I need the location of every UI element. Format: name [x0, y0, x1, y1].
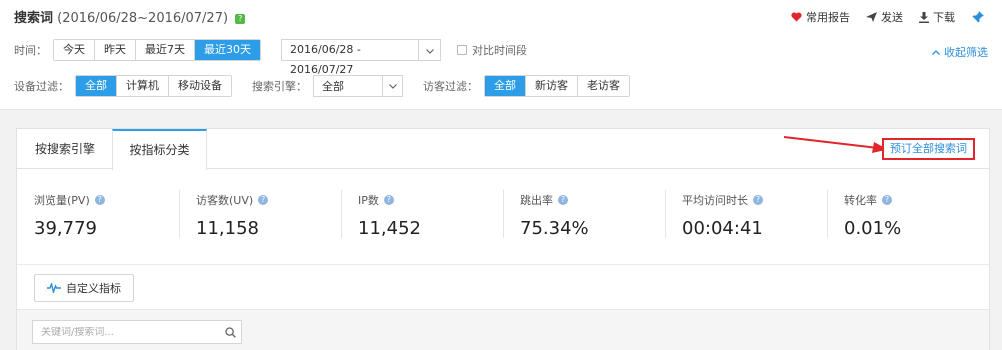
page-title-text: 搜索词 — [14, 11, 54, 26]
custom-metrics-label: 自定义指标 — [66, 282, 121, 295]
help-icon[interactable]: ? — [558, 195, 568, 205]
device-option-computer[interactable]: 计算机 — [116, 76, 168, 96]
metric-name: 转化率? — [844, 192, 892, 208]
favorites-button[interactable]: 常用报告 — [791, 9, 850, 25]
keyword-search-input[interactable] — [33, 326, 219, 338]
custom-metrics-button[interactable]: 自定义指标 — [34, 274, 134, 302]
metric-value: 75.34% — [520, 218, 589, 239]
page-title-range: (2016/06/28~2016/07/27) — [57, 11, 229, 26]
pin-icon — [971, 10, 984, 24]
pin-button[interactable] — [971, 10, 988, 24]
download-label: 下载 — [933, 11, 955, 24]
metric-name-text: 浏览量(PV) — [34, 194, 90, 207]
favorites-label: 常用报告 — [806, 11, 850, 24]
engine-select[interactable]: 全部 — [313, 75, 403, 97]
time-option-today[interactable]: 今天 — [54, 40, 94, 60]
send-button[interactable]: 发送 — [866, 9, 903, 25]
metric-pv: 浏览量(PV)? 39,779 — [17, 170, 179, 264]
date-range-input[interactable]: 2016/06/28 - 2016/07/27 — [281, 39, 419, 76]
search-icon[interactable] — [219, 326, 241, 338]
checkbox-icon — [457, 45, 467, 55]
tab-by-metric[interactable]: 按指标分类 — [112, 129, 207, 170]
metric-name: 平均访问时长? — [682, 192, 763, 208]
help-icon[interactable]: ? — [235, 14, 246, 24]
collapse-filter-label: 收起筛选 — [944, 46, 988, 59]
visitor-option-returning[interactable]: 老访客 — [577, 76, 629, 96]
compare-checkbox[interactable]: 对比时间段 — [457, 42, 527, 58]
download-button[interactable]: 下载 — [919, 9, 955, 25]
time-segment: 今天 昨天 最近7天 最近30天 — [53, 39, 261, 61]
keyword-search — [32, 320, 242, 344]
time-filter-row: 时间： 今天 昨天 最近7天 最近30天 2016/06/28 - 2016/0… — [14, 39, 527, 76]
search-toolbar — [17, 309, 989, 350]
chevron-up-icon — [932, 49, 940, 55]
metric-bounce-rate: 跳出率? 75.34% — [503, 170, 665, 264]
report-card: 按搜索引擎 按指标分类 预订全部搜索词 浏览量(PV)? 39,779 访客数(… — [16, 128, 990, 350]
metric-name: 跳出率? — [520, 192, 568, 208]
send-icon — [866, 12, 877, 22]
time-option-7days[interactable]: 最近7天 — [135, 40, 194, 60]
time-option-yesterday[interactable]: 昨天 — [94, 40, 135, 60]
metric-name-text: 访客数(UV) — [196, 194, 254, 207]
chevron-down-icon — [425, 44, 434, 57]
help-icon[interactable]: ? — [94, 195, 105, 205]
page-title: 搜索词 (2016/06/28~2016/07/27) ? — [14, 7, 246, 26]
help-icon[interactable]: ? — [882, 195, 892, 205]
metric-uv: 访客数(UV)? 11,158 — [179, 170, 341, 264]
metric-value: 39,779 — [34, 218, 97, 239]
metric-name-text: 转化率 — [844, 194, 877, 207]
heart-icon — [791, 12, 802, 22]
pulse-icon — [47, 283, 61, 293]
visitor-segment: 全部 新访客 老访客 — [484, 75, 630, 97]
metric-ip: IP数? 11,452 — [341, 170, 503, 264]
metric-name: IP数? — [358, 192, 394, 208]
metric-value: 0.01% — [844, 218, 902, 239]
engine-select-value: 全部 — [322, 80, 344, 93]
metric-value: 11,452 — [358, 218, 421, 239]
metrics-row: 浏览量(PV)? 39,779 访客数(UV)? 11,158 IP数? 11,… — [17, 170, 989, 265]
metric-avg-duration: 平均访问时长? 00:04:41 — [665, 170, 827, 264]
collapse-filter-link[interactable]: 收起筛选 — [932, 44, 988, 60]
device-option-all[interactable]: 全部 — [76, 76, 116, 96]
send-label: 发送 — [881, 11, 903, 24]
help-icon[interactable]: ? — [258, 195, 269, 205]
compare-label: 对比时间段 — [472, 44, 527, 57]
metric-name-text: 平均访问时长 — [682, 194, 748, 207]
download-icon — [919, 11, 929, 23]
device-option-mobile[interactable]: 移动设备 — [168, 76, 231, 96]
subscribe-all-button[interactable]: 预订全部搜索词 — [882, 138, 975, 160]
visitor-label: 访客过滤： — [423, 80, 478, 93]
help-icon[interactable]: ? — [753, 195, 763, 205]
metric-conversion-rate: 转化率? 0.01% — [827, 170, 989, 264]
tab-by-engine[interactable]: 按搜索引擎 — [35, 129, 95, 169]
annotation-arrow-icon — [783, 136, 888, 153]
metric-name-text: IP数 — [358, 194, 379, 207]
header-actions: 常用报告 发送 下载 — [775, 9, 988, 25]
metric-name-text: 跳出率 — [520, 194, 553, 207]
metric-value: 00:04:41 — [682, 218, 763, 239]
help-icon[interactable]: ? — [383, 195, 394, 205]
metric-value: 11,158 — [196, 218, 259, 239]
metric-name: 浏览量(PV)? — [34, 192, 105, 208]
device-segment: 全部 计算机 移动设备 — [75, 75, 232, 97]
chevron-down-icon — [382, 76, 402, 96]
metric-name: 访客数(UV)? — [196, 192, 269, 208]
filter-panel: 搜索词 (2016/06/28~2016/07/27) ? 常用报告 发送 下载 — [0, 0, 1002, 110]
device-filter-row: 设备过滤： 全部 计算机 移动设备 搜索引擎： 全部 访客过滤： 全部 新访客 … — [14, 75, 630, 97]
time-option-30days[interactable]: 最近30天 — [194, 40, 260, 60]
device-label: 设备过滤： — [14, 80, 69, 93]
engine-label: 搜索引擎： — [252, 80, 307, 93]
date-range-dropdown[interactable] — [419, 39, 441, 61]
time-label: 时间： — [14, 44, 47, 57]
visitor-option-all[interactable]: 全部 — [485, 76, 525, 96]
visitor-option-new[interactable]: 新访客 — [525, 76, 577, 96]
tab-bar: 按搜索引擎 按指标分类 预订全部搜索词 — [17, 129, 989, 170]
